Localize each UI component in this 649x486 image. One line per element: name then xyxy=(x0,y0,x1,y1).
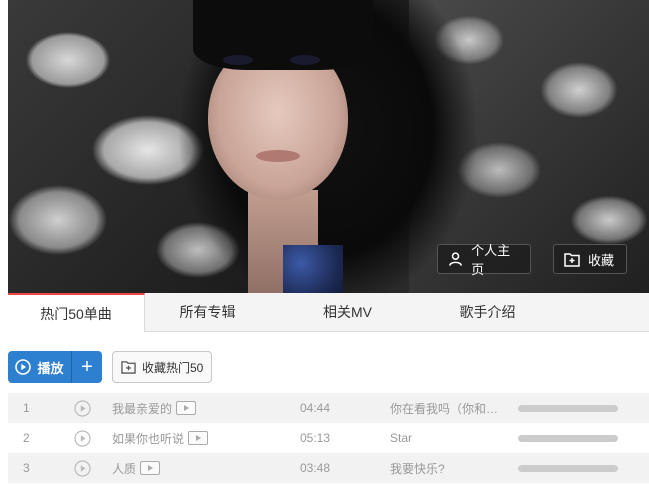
artist-photo-eye xyxy=(223,55,253,65)
tab-hot-songs[interactable]: 热门50单曲 xyxy=(8,293,145,332)
song-row[interactable]: 3 人质 03:48 我要快乐? xyxy=(8,453,649,483)
add-to-playlist-button[interactable]: + xyxy=(72,351,102,383)
tab-related-mv[interactable]: 相关MV xyxy=(270,293,425,331)
favorite-top50-label: 收藏热门50 xyxy=(142,360,204,375)
folder-add-icon xyxy=(121,361,136,374)
play-all-label: 播放 xyxy=(37,360,64,376)
play-button-group: 播放 + xyxy=(8,351,102,383)
tab-label: 所有专辑 xyxy=(179,304,236,320)
song-duration: 04:44 xyxy=(300,401,331,415)
tab-label: 热门50单曲 xyxy=(40,305,112,322)
tab-all-albums[interactable]: 所有专辑 xyxy=(145,293,270,331)
mv-icon[interactable] xyxy=(188,431,209,445)
song-album[interactable]: 我要快乐? xyxy=(390,460,445,477)
song-duration: 05:13 xyxy=(300,431,331,445)
play-circle-icon[interactable] xyxy=(74,430,91,447)
song-title-cell: 我最亲爱的 xyxy=(112,400,197,417)
play-all-button[interactable]: 播放 xyxy=(8,351,72,383)
song-number: 2 xyxy=(23,431,30,445)
song-title[interactable]: 人质 xyxy=(112,460,136,477)
artist-photo-eye xyxy=(290,55,320,65)
profile-button-label: 个人主页 xyxy=(471,243,511,277)
tab-label: 歌手介绍 xyxy=(459,304,516,320)
artist-photo-shirt xyxy=(283,245,343,293)
artist-tabs: 热门50单曲 所有专辑 相关MV 歌手介绍 xyxy=(8,293,649,332)
song-toolbar: 播放 + 收藏热门50 xyxy=(8,351,213,383)
song-album[interactable]: 你在看我吗（你和… xyxy=(390,400,498,417)
popularity-bar xyxy=(518,405,618,412)
favorite-button-label: 收藏 xyxy=(588,252,615,268)
artist-photo-lips xyxy=(256,150,300,162)
song-title-cell: 人质 xyxy=(112,460,161,477)
song-title[interactable]: 如果你也听说 xyxy=(112,430,184,447)
mv-icon[interactable] xyxy=(140,461,161,475)
song-title[interactable]: 我最亲爱的 xyxy=(112,400,172,417)
song-duration: 03:48 xyxy=(300,461,331,475)
song-list: 1 我最亲爱的 04:44 你在看我吗（你和… 2 如果你也听说 05:13 S… xyxy=(8,393,649,483)
artist-photo-bangs xyxy=(193,0,373,70)
song-number: 1 xyxy=(23,401,30,415)
popularity-bar xyxy=(518,435,618,442)
profile-button[interactable]: 个人主页 xyxy=(437,243,531,277)
plus-icon: + xyxy=(81,355,93,378)
play-circle-icon xyxy=(15,359,32,375)
song-title-cell: 如果你也听说 xyxy=(112,430,209,447)
folder-add-icon xyxy=(564,252,580,267)
tab-label: 相关MV xyxy=(323,304,372,320)
tab-artist-intro[interactable]: 歌手介绍 xyxy=(425,293,550,331)
song-album[interactable]: Star xyxy=(390,431,412,445)
mv-icon[interactable] xyxy=(176,401,197,415)
song-row[interactable]: 1 我最亲爱的 04:44 你在看我吗（你和… xyxy=(8,393,649,423)
play-circle-icon[interactable] xyxy=(74,400,91,417)
song-row[interactable]: 2 如果你也听说 05:13 Star xyxy=(8,423,649,453)
song-number: 3 xyxy=(23,461,30,475)
user-icon xyxy=(449,252,462,266)
popularity-bar xyxy=(518,465,618,472)
favorite-top50-button[interactable]: 收藏热门50 xyxy=(112,351,213,383)
play-circle-icon[interactable] xyxy=(74,460,91,477)
artist-banner: 个人主页 收藏 xyxy=(8,0,649,293)
favorite-button[interactable]: 收藏 xyxy=(553,244,627,274)
